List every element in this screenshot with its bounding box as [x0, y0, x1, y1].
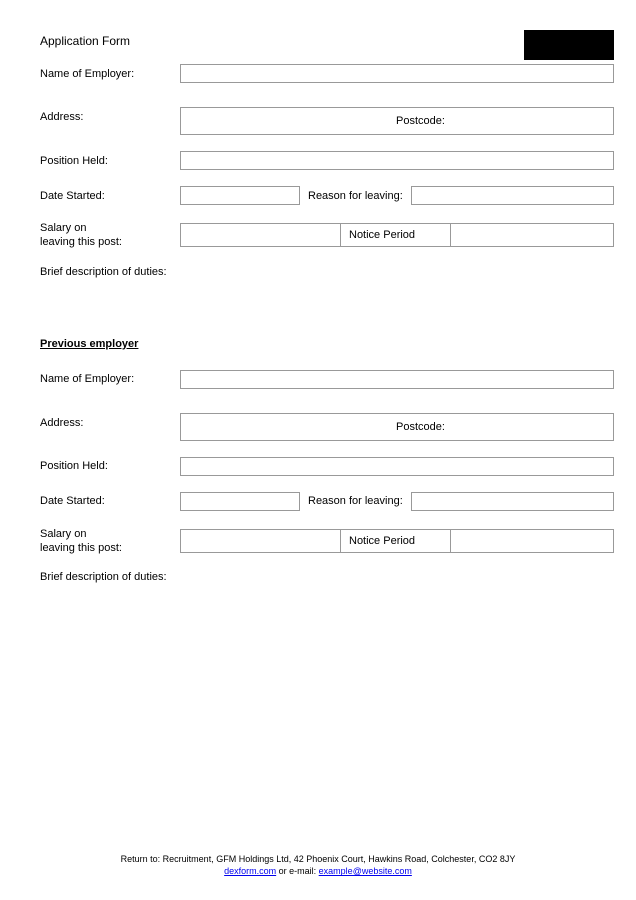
footer-link-1[interactable]: dexform.com [224, 866, 276, 876]
prev-salary-label-1: Salary on [40, 528, 86, 540]
position-held-input[interactable] [180, 151, 614, 170]
salary-label-2: leaving this post: [40, 236, 122, 248]
prev-salary-input[interactable] [180, 529, 340, 553]
salary-input[interactable] [180, 223, 340, 247]
salary-label-1: Salary on [40, 222, 86, 234]
name-of-employer-input[interactable] [180, 64, 614, 83]
footer: Return to: Recruitment, GFM Holdings Ltd… [0, 853, 636, 878]
previous-employer-header: Previous employer [40, 338, 614, 350]
postcode-label: Postcode: [396, 115, 445, 127]
date-started-input[interactable] [180, 186, 300, 205]
prev-address-label: Address: [40, 417, 180, 429]
prev-date-started-input[interactable] [180, 492, 300, 511]
footer-link-2[interactable]: example@website.com [319, 866, 412, 876]
postcode-row[interactable]: Postcode: [180, 107, 614, 135]
notice-period-input[interactable] [450, 223, 614, 247]
prev-reason-for-leaving-input[interactable] [411, 492, 614, 511]
prev-notice-period-label-cell: Notice Period [340, 529, 450, 553]
address-label: Address: [40, 111, 180, 123]
prev-reason-for-leaving-label: Reason for leaving: [308, 495, 403, 507]
footer-mid: or e-mail: [276, 866, 319, 876]
prev-notice-period-input[interactable] [450, 529, 614, 553]
page-title: Application Form [40, 30, 130, 48]
prev-brief-description-label: Brief description of duties: [40, 571, 614, 583]
prev-postcode-row[interactable]: Postcode: [180, 413, 614, 441]
reason-for-leaving-input[interactable] [411, 186, 614, 205]
prev-date-started-label: Date Started: [40, 495, 180, 507]
prev-name-of-employer-label: Name of Employer: [40, 373, 180, 385]
prev-name-of-employer-input[interactable] [180, 370, 614, 389]
prev-salary-label-2: leaving this post: [40, 542, 122, 554]
notice-period-label-cell: Notice Period [340, 223, 450, 247]
prev-position-held-label: Position Held: [40, 460, 180, 472]
footer-text: Return to: Recruitment, GFM Holdings Ltd… [121, 854, 516, 864]
logo-block [524, 30, 614, 60]
name-of-employer-label: Name of Employer: [40, 68, 180, 80]
brief-description-label: Brief description of duties: [40, 266, 614, 278]
position-held-label: Position Held: [40, 155, 180, 167]
prev-position-held-input[interactable] [180, 457, 614, 476]
date-started-label: Date Started: [40, 190, 180, 202]
reason-for-leaving-label: Reason for leaving: [308, 190, 403, 202]
prev-postcode-label: Postcode: [396, 421, 445, 433]
